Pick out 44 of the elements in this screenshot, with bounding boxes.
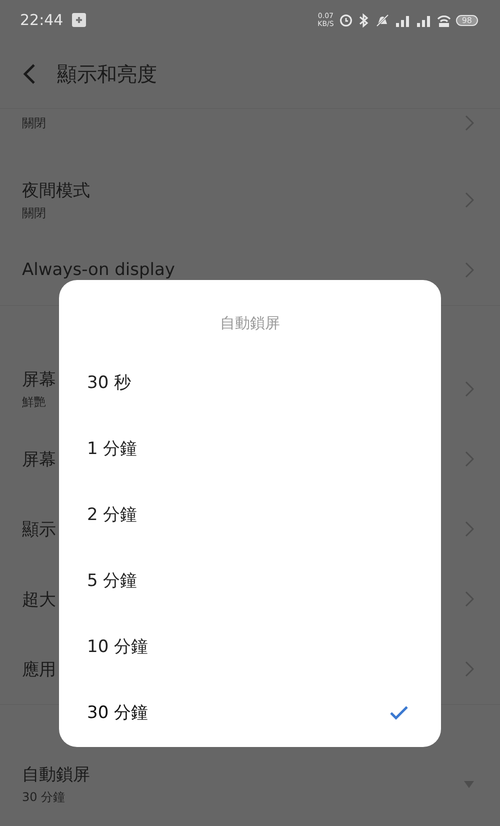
option-label: 1 分鐘 (87, 438, 138, 460)
battery-level: 98 (456, 14, 478, 26)
option-label: 30 秒 (87, 372, 132, 394)
setting-label: 顯示 (22, 518, 56, 540)
chevron-icon (465, 381, 474, 397)
option-label: 5 分鐘 (87, 570, 138, 592)
option-item[interactable]: 10 分鐘 (59, 613, 441, 679)
dropdown-icon (464, 780, 474, 788)
back-icon[interactable] (22, 63, 36, 85)
check-icon (389, 704, 409, 720)
dialog-title: 自動鎖屏 (219, 313, 281, 334)
app-icon (72, 13, 86, 27)
bluetooth-icon (358, 12, 370, 28)
setting-value: 30 分鐘 (22, 788, 66, 806)
setting-label: 自動鎖屏 (22, 764, 90, 786)
setting-label: 屏幕 (22, 368, 56, 390)
option-item[interactable]: 30 分鐘 (59, 679, 441, 745)
option-item[interactable]: 5 分鐘 (59, 547, 441, 613)
option-item[interactable]: 30 秒 (59, 349, 441, 415)
chevron-icon (465, 661, 474, 677)
status-time: 22:44 (20, 11, 64, 29)
setting-label: 超大 (22, 588, 56, 610)
option-label: 2 分鐘 (87, 504, 138, 526)
chevron-icon (465, 262, 474, 278)
setting-value: 關閉 (22, 115, 46, 132)
option-item[interactable]: 2 分鐘 (59, 481, 441, 547)
chevron-icon (465, 521, 474, 537)
setting-label: 應用 (22, 658, 56, 680)
wifi-icon (436, 12, 451, 28)
setting-label: Always-on display (22, 260, 175, 280)
setting-label: 夜間模式 (22, 180, 90, 202)
alarm-icon (338, 13, 353, 27)
option-label: 30 分鐘 (87, 702, 148, 724)
chevron-icon (465, 591, 474, 607)
option-item[interactable]: 1 分鐘 (59, 415, 441, 481)
setting-value: 鮮艷 (22, 394, 46, 410)
chevron-icon (465, 115, 474, 131)
page-title: 顯示和亮度 (57, 60, 157, 88)
chevron-icon (465, 192, 474, 208)
option-label: 10 分鐘 (87, 636, 148, 658)
chevron-icon (465, 451, 474, 467)
setting-label: 屏幕 (22, 448, 56, 470)
setting-value: 關閉 (22, 204, 46, 222)
mute-icon (374, 12, 390, 28)
